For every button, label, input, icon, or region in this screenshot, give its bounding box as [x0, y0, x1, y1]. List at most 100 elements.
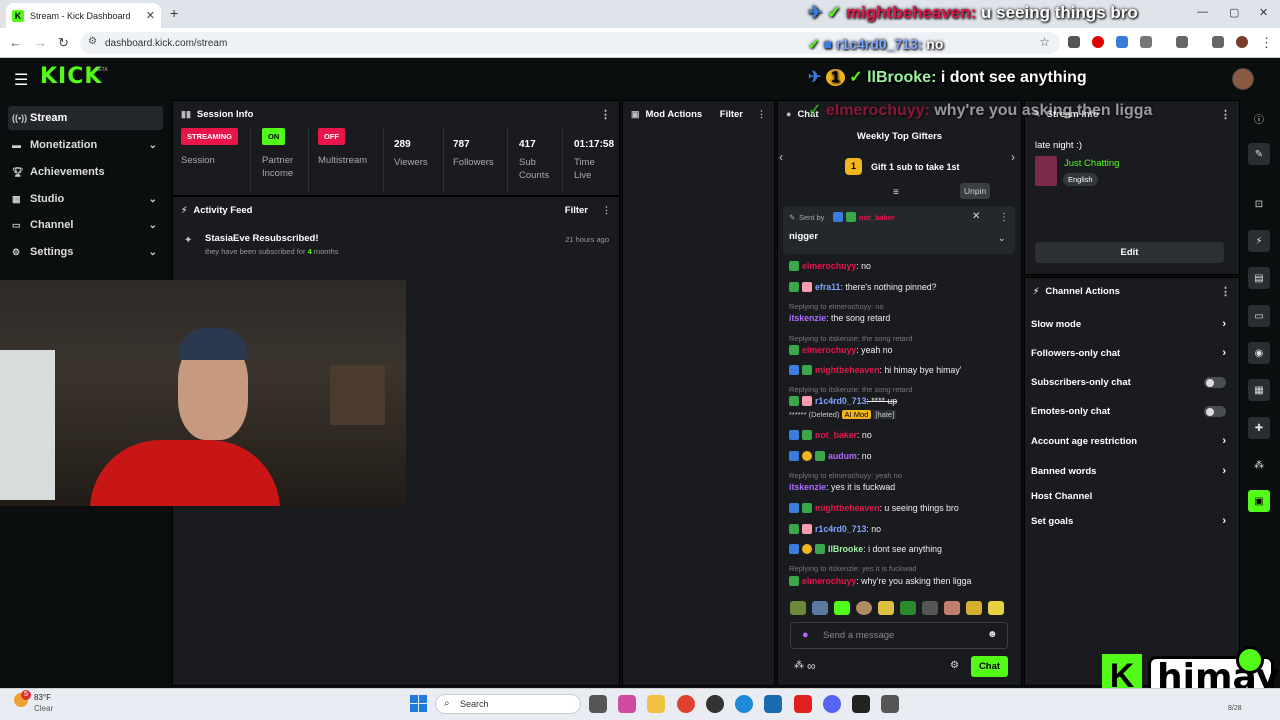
close-tab-icon[interactable]: ✕ [146, 9, 155, 22]
forward-icon[interactable]: → [34, 35, 47, 50]
emote-icon[interactable] [790, 601, 806, 615]
menu-icon[interactable]: ☰ [14, 70, 28, 90]
unpin-icon[interactable]: ✕ [972, 211, 980, 222]
host-channel-row[interactable]: Host Channel [1031, 491, 1226, 502]
filter-button[interactable]: Filter [565, 205, 588, 216]
sidebar-item-stream[interactable]: ((•)) Stream [8, 106, 163, 130]
file-explorer-icon[interactable] [647, 695, 665, 713]
extension-icon[interactable] [1116, 36, 1128, 48]
emote-icon[interactable] [834, 601, 850, 615]
gift-cta[interactable]: Gift 1 sub to take 1st [871, 162, 960, 172]
emote-icon[interactable] [922, 601, 938, 615]
document-icon[interactable]: ▤ [1248, 267, 1270, 289]
chat-message[interactable]: audum: no [789, 451, 872, 461]
chevron-down-icon[interactable]: ⌄ [998, 233, 1006, 244]
category-link[interactable]: Just Chatting [1064, 158, 1119, 169]
app-icon[interactable]: ▣ [1248, 490, 1270, 512]
store-icon[interactable] [764, 695, 782, 713]
browser-tab[interactable]: K Stream - Kick Dashboard ✕ [6, 3, 161, 28]
emote-icon[interactable] [966, 601, 982, 615]
minimize-icon[interactable]: — [1197, 6, 1208, 18]
info-icon[interactable]: ⓘ [1248, 107, 1270, 129]
emote-icon[interactable] [988, 601, 1004, 615]
app-icon[interactable] [881, 695, 899, 713]
extension-icon[interactable] [1068, 36, 1080, 48]
more-options-icon[interactable]: ⋮ [757, 109, 766, 120]
more-options-icon[interactable]: ⋮ [602, 205, 611, 216]
sidebar-item-settings[interactable]: ⚙ Settings ⌄ [8, 240, 163, 264]
taskbar-search[interactable]: ⌕ Search [435, 694, 581, 714]
sidebar-item-achievements[interactable]: 🏆︎ Achievements [8, 160, 163, 184]
filter-button[interactable]: Filter [720, 109, 743, 120]
obs-icon[interactable] [706, 695, 724, 713]
sidebar-item-studio[interactable]: ▦ Studio ⌄ [8, 187, 163, 211]
more-options-icon[interactable]: ⋮ [1220, 285, 1231, 298]
camera-icon[interactable]: ⊡ [1248, 193, 1270, 215]
banned-words-row[interactable]: Banned words › [1031, 465, 1226, 477]
more-options-icon[interactable]: ⋮ [999, 212, 1009, 223]
chevron-left-icon[interactable]: ‹ [779, 150, 783, 164]
task-view-icon[interactable] [589, 695, 607, 713]
kick-points-icon[interactable]: ⁂ [794, 660, 804, 671]
reload-icon[interactable]: ↻ [58, 35, 69, 51]
emoji-icon[interactable]: ☻ [987, 629, 998, 640]
subscribers-only-toggle[interactable] [1204, 377, 1226, 388]
windows-start-icon[interactable] [410, 695, 428, 713]
site-info-icon[interactable]: ⚙ [88, 36, 97, 47]
sidebar-icon[interactable] [1212, 36, 1224, 48]
chat-message[interactable]: elmerochuyy: why're you asking then ligg… [789, 576, 971, 586]
sidebar-item-channel[interactable]: ▭ Channel ⌄ [8, 213, 163, 237]
collapse-icon[interactable]: ≡ [893, 187, 899, 198]
emote-icon[interactable] [878, 601, 894, 615]
chat-input[interactable]: ● Send a message ☻ [790, 622, 1008, 649]
chat-message[interactable]: elmerochuyy: yeah no [789, 345, 892, 355]
epic-games-icon[interactable] [852, 695, 870, 713]
browser-menu-icon[interactable]: ⋮ [1260, 35, 1273, 51]
layout-icon[interactable]: ▦ [1248, 379, 1270, 401]
media-icon[interactable] [1176, 36, 1188, 48]
chevron-right-icon[interactable]: › [1011, 150, 1015, 164]
avatar[interactable] [1232, 68, 1254, 90]
set-goals-row[interactable]: Set goals › [1031, 515, 1226, 527]
broadcast-icon[interactable]: ◉ [1248, 342, 1270, 364]
more-options-icon[interactable]: ⋮ [600, 108, 611, 121]
back-icon[interactable]: ← [9, 35, 22, 50]
emote-icon[interactable] [856, 601, 872, 615]
chat-message[interactable]: mightbeheaven: hi himay bye himay' [789, 365, 961, 375]
new-tab-button[interactable]: + [170, 5, 178, 21]
followers-only-row[interactable]: Followers-only chat › [1031, 347, 1226, 359]
emote-icon[interactable] [900, 601, 916, 615]
microphone-icon[interactable]: ● [802, 629, 809, 641]
chat-message[interactable]: elmerochuyy: no [789, 261, 871, 271]
chat-send-button[interactable]: Chat [971, 656, 1008, 677]
chat-bubble-icon[interactable]: ▭ [1248, 305, 1270, 327]
maximize-icon[interactable]: ▢ [1229, 6, 1239, 19]
youtube-icon[interactable] [794, 695, 812, 713]
kick-points-icon[interactable]: ⁂ [1248, 454, 1270, 476]
account-age-row[interactable]: Account age restriction › [1031, 435, 1226, 447]
wrench-icon[interactable]: ✚ [1248, 417, 1270, 439]
emotes-only-toggle[interactable] [1204, 406, 1226, 417]
chat-message[interactable]: r1c4rd0_713: **** up [789, 396, 897, 406]
profile-icon[interactable] [1236, 36, 1248, 48]
slow-mode-row[interactable]: Slow mode › [1031, 318, 1226, 330]
sidebar-item-monetization[interactable]: ▬ Monetization ⌄ [8, 133, 163, 157]
chat-message[interactable]: efra11: there's nothing pinned? [789, 282, 937, 292]
chat-message[interactable]: itskenzie: the song retard [789, 313, 890, 323]
emote-icon[interactable] [812, 601, 828, 615]
chat-message[interactable]: r1c4rd0_713: no [789, 524, 881, 534]
bolt-icon[interactable]: ⚡︎ [1248, 230, 1270, 252]
more-options-icon[interactable]: ⋮ [1220, 108, 1231, 121]
edit-button[interactable]: Edit [1035, 242, 1224, 263]
chrome-icon[interactable] [677, 695, 695, 713]
close-window-icon[interactable]: ✕ [1259, 6, 1268, 19]
chat-message[interactable]: mightbeheaven: u seeing things bro [789, 503, 959, 513]
kick-logo[interactable]: KICK [40, 64, 102, 89]
chat-message[interactable]: llBrooke: i dont see anything [789, 544, 942, 554]
extensions-puzzle-icon[interactable] [1140, 36, 1152, 48]
pencil-icon[interactable]: ✎ [1248, 143, 1270, 165]
discord-icon[interactable] [823, 695, 841, 713]
adblock-extension-icon[interactable] [1092, 36, 1104, 48]
bookmark-star-icon[interactable]: ☆ [1039, 35, 1050, 49]
chat-message[interactable]: itskenzie: yes it is fuckwad [789, 482, 895, 492]
